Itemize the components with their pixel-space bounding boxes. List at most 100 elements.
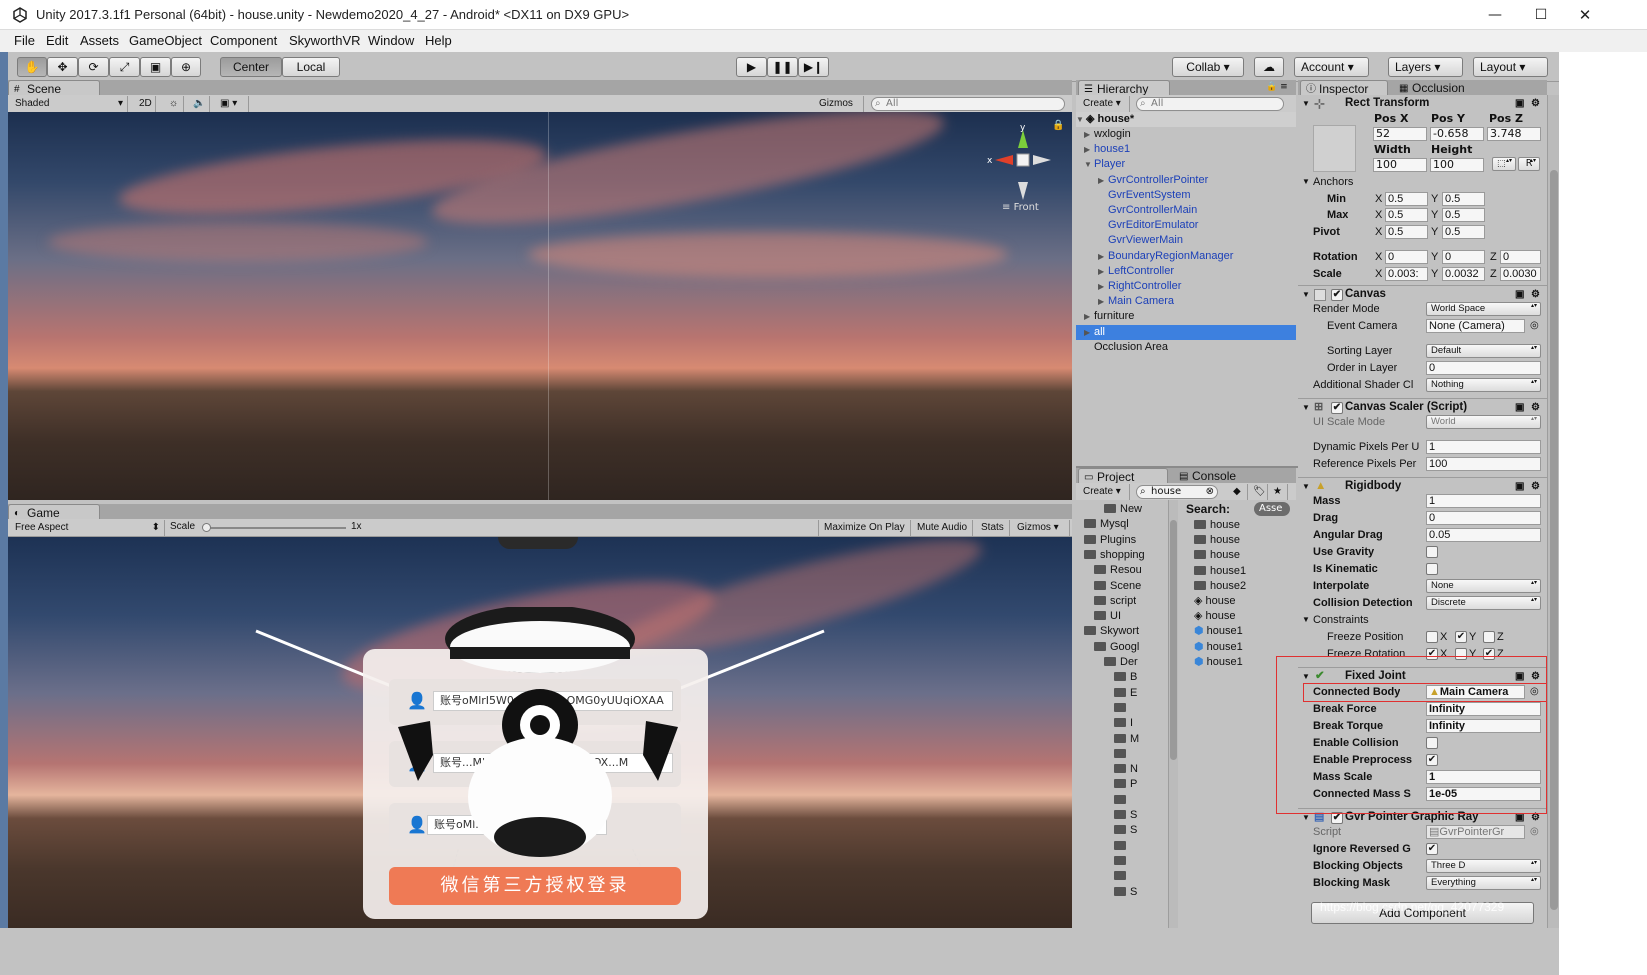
hierarchy-item[interactable]: ▶ Main Camera (1076, 294, 1296, 309)
project-result-item[interactable]: house (1194, 533, 1240, 548)
project-folder-item[interactable]: N (1114, 762, 1138, 777)
project-folder-item[interactable] (1114, 854, 1130, 869)
project-folder-item[interactable]: Mysql (1084, 517, 1129, 532)
project-folder-item[interactable]: I (1114, 716, 1133, 731)
hand-tool-icon[interactable]: ✋ (17, 57, 47, 77)
canvas-enabled-checkbox[interactable]: ✔ (1331, 289, 1343, 301)
hierarchy-item[interactable]: ▶ wxlogin (1076, 127, 1296, 142)
rotation-y-field[interactable]: 0 (1442, 250, 1485, 264)
scene-viewport[interactable]: y x ≡ Front 🔒 (8, 112, 1072, 500)
pivot-x-field[interactable]: 0.5 (1385, 225, 1428, 239)
hierarchy-item[interactable]: ▶ furniture (1076, 309, 1296, 324)
hierarchy-item[interactable]: GvrEventSystem (1076, 188, 1296, 203)
object-picker-icon[interactable]: ◎ (1530, 318, 1539, 334)
rotation-x-field[interactable]: 0 (1385, 250, 1428, 264)
project-folder-item[interactable]: S (1114, 885, 1137, 900)
anchor-max-x-field[interactable]: 0.5 (1385, 208, 1428, 222)
minimize-button[interactable]: — (1472, 0, 1518, 30)
scale-x-field[interactable]: 0.003: (1385, 267, 1428, 281)
project-result-item[interactable]: house1 (1194, 564, 1246, 579)
project-result-item[interactable]: ◈ house (1194, 594, 1236, 609)
menu-window[interactable]: Window (368, 33, 414, 48)
lighting-icon[interactable]: ☼ (164, 96, 184, 112)
play-icon[interactable]: ▶ (736, 57, 767, 77)
expand-arrow-icon[interactable]: ▶ (1098, 294, 1108, 309)
collision-detection-dropdown[interactable]: Discrete (1426, 596, 1541, 610)
constraints-row[interactable]: ▼ Constraints (1298, 612, 1547, 629)
clear-search-icon[interactable]: ⊗ (1206, 486, 1214, 498)
hierarchy-item[interactable]: ▶ BoundaryRegionManager (1076, 249, 1296, 264)
menu-assets[interactable]: Assets (80, 33, 119, 48)
step-icon[interactable]: ▶❙ (798, 57, 829, 77)
expand-arrow-icon[interactable]: ▶ (1098, 264, 1108, 279)
project-folder-item[interactable]: M (1114, 732, 1139, 747)
object-picker-icon[interactable]: ◎ (1530, 824, 1539, 840)
scale-z-field[interactable]: 0.0030 (1500, 267, 1541, 281)
pause-icon[interactable]: ❚❚ (767, 57, 798, 77)
drag-field[interactable]: 0 (1426, 511, 1541, 525)
hierarchy-item[interactable]: ▶ RightController (1076, 279, 1296, 294)
cloud-icon[interactable]: ☁ (1254, 57, 1284, 77)
lock-icon[interactable]: 🔒 (1052, 120, 1064, 131)
audio-icon[interactable]: 🔈 (188, 96, 210, 112)
effects-icon[interactable]: ▣ ▾ (215, 96, 249, 112)
rotate-tool-icon[interactable]: ⟳ (78, 57, 109, 77)
blueprint-mode-icon[interactable]: ⬚ (1492, 157, 1516, 171)
menu-skyworthvr[interactable]: SkyworthVR (289, 33, 361, 48)
menu-file[interactable]: File (14, 33, 35, 48)
hierarchy-item[interactable]: GvrEditorEmulator (1076, 218, 1296, 233)
use-gravity-checkbox[interactable] (1426, 546, 1438, 558)
inspector-scroll-thumb[interactable] (1550, 170, 1558, 910)
wechat-login-button[interactable]: 微信第三方授权登录 (389, 867, 681, 905)
blocking-mask-dropdown[interactable]: Everything (1426, 876, 1541, 890)
raw-edit-button[interactable]: R (1518, 157, 1540, 171)
project-folder-item[interactable] (1114, 701, 1130, 716)
project-folder-item[interactable]: New (1104, 502, 1142, 517)
hierarchy-item[interactable]: ▶ LeftController (1076, 264, 1296, 279)
anchor-min-x-field[interactable]: 0.5 (1385, 192, 1428, 206)
move-tool-icon[interactable]: ✥ (47, 57, 78, 77)
project-folder-item[interactable]: Googl (1094, 640, 1139, 655)
project-folder-item[interactable]: B (1114, 670, 1137, 685)
hierarchy-item[interactable]: Occlusion Area (1076, 340, 1296, 355)
project-result-item[interactable]: house (1194, 548, 1240, 563)
scene-gizmos-dropdown[interactable]: Gizmos ▾ (814, 96, 864, 124)
freeze-pos-y-checkbox[interactable]: ✔ (1455, 631, 1467, 643)
project-folder-item[interactable] (1114, 869, 1130, 884)
rotation-z-field[interactable]: 0 (1500, 250, 1541, 264)
ui-scale-mode-dropdown[interactable]: World (1426, 415, 1541, 429)
project-result-item[interactable]: ◈ house (1194, 609, 1236, 624)
is-kinematic-checkbox[interactable] (1426, 563, 1438, 575)
scale-y-field[interactable]: 0.0032 (1442, 267, 1485, 281)
expand-arrow-icon[interactable]: ▶ (1084, 127, 1094, 142)
scale-slider-track[interactable] (206, 527, 346, 529)
project-folder-item[interactable]: P (1114, 777, 1137, 792)
project-folder-item[interactable] (1114, 839, 1130, 854)
game-viewport[interactable]: 👤 账号oMlrI5W0v1cTWGhOMG0yUUqiOXAA 👤 账号...… (8, 537, 1072, 928)
favorite-icon[interactable]: ★ (1268, 484, 1288, 500)
render-mode-dropdown[interactable]: World Space (1426, 302, 1541, 316)
project-folder-item[interactable]: S (1114, 808, 1137, 823)
project-folder-item[interactable]: S (1114, 823, 1137, 838)
project-folder-item[interactable]: Plugins (1084, 533, 1136, 548)
hierarchy-item[interactable]: ▼ Player (1076, 157, 1296, 172)
scale-tool-icon[interactable]: ⤢ (109, 57, 140, 77)
project-search-input[interactable]: ⌕ house ⊗ (1136, 485, 1218, 499)
expand-arrow-icon[interactable]: ▶ (1084, 142, 1094, 157)
project-folder-item[interactable]: Skywort (1084, 624, 1139, 639)
filter-type-icon[interactable]: ◆ (1228, 484, 1248, 500)
project-folder-item[interactable] (1114, 793, 1130, 808)
expand-arrow-icon[interactable]: ▶ (1098, 249, 1108, 264)
menu-edit[interactable]: Edit (46, 33, 68, 48)
rect-transform-header[interactable]: ▼ ⊹ Rect Transform ▣ ⚙ (1298, 95, 1547, 113)
project-result-item[interactable]: ⬢ house1 (1194, 624, 1243, 639)
panel-lock-icon[interactable]: 🔒 ≡ (1266, 82, 1288, 92)
project-folder-item[interactable] (1114, 747, 1130, 762)
order-in-layer-field[interactable]: 0 (1426, 361, 1541, 375)
anchor-max-y-field[interactable]: 0.5 (1442, 208, 1485, 222)
search-scope-button[interactable]: Asse (1254, 502, 1290, 516)
account-dropdown[interactable]: Account ▾ (1294, 57, 1369, 77)
hierarchy-search-input[interactable]: ⌕ All (1136, 97, 1284, 111)
hierarchy-item[interactable]: GvrViewerMain (1076, 233, 1296, 248)
expand-arrow-icon[interactable]: ▶ (1084, 325, 1094, 340)
